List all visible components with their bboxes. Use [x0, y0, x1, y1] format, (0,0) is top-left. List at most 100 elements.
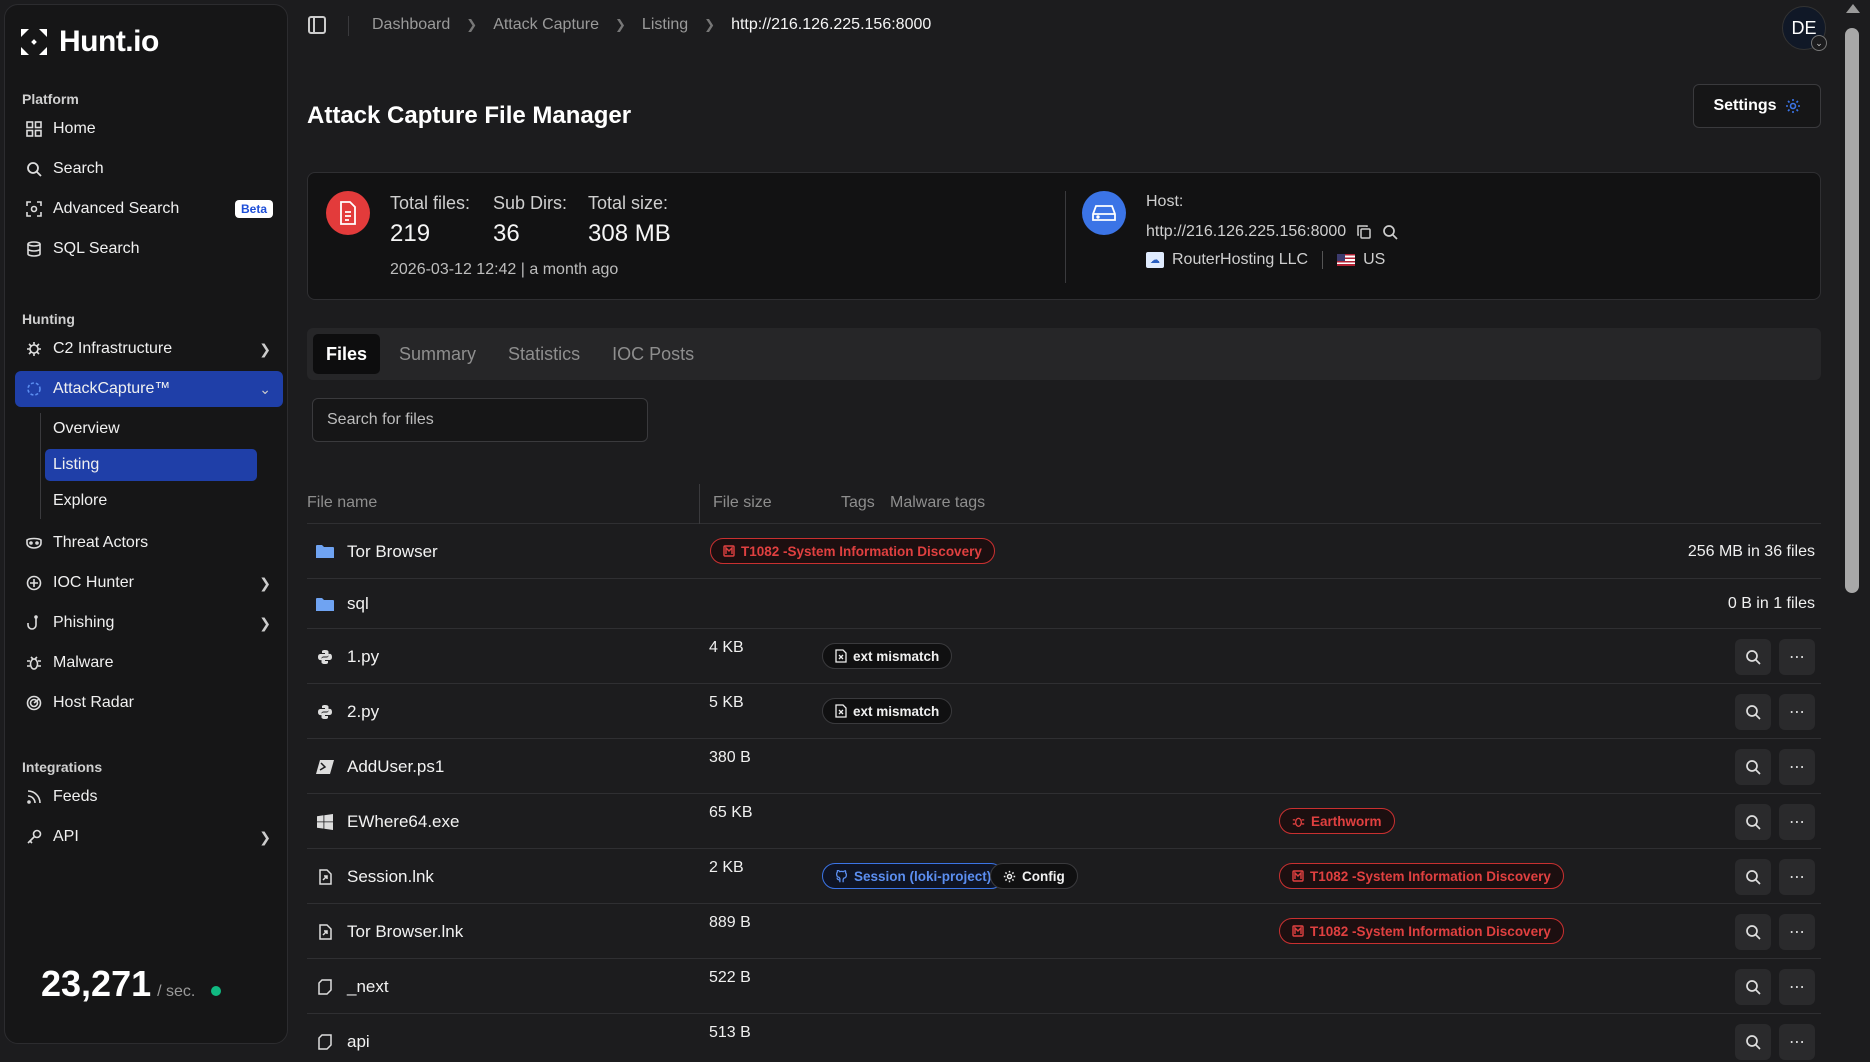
- table-row[interactable]: sql 0 B in 1 files: [307, 579, 1821, 629]
- table-row[interactable]: 2.py 5 KB ext mismatch ⋯: [307, 684, 1821, 739]
- ext-mismatch-tag[interactable]: ext mismatch: [822, 698, 953, 724]
- file-name[interactable]: 1.py: [347, 647, 379, 667]
- mitre-tag[interactable]: T1082 -System Information Discovery: [1279, 918, 1564, 944]
- sidebar-item-search[interactable]: Search: [15, 151, 283, 187]
- more-options-button[interactable]: ⋯: [1779, 694, 1815, 730]
- grid-icon: [25, 120, 43, 138]
- brand-logo[interactable]: Hunt.io: [17, 25, 159, 59]
- column-resize-handle[interactable]: [699, 484, 700, 524]
- mitre-tag[interactable]: T1082 -System Information Discovery: [710, 538, 995, 564]
- search-file-button[interactable]: [1735, 969, 1771, 1005]
- file-size: 4 KB: [709, 639, 744, 656]
- sidebar-item-label: Threat Actors: [53, 534, 149, 551]
- settings-button[interactable]: Settings: [1693, 84, 1821, 128]
- file-name-cell: api: [315, 1014, 370, 1062]
- tab-files[interactable]: Files: [313, 334, 381, 374]
- sidebar-item-label: IOC Hunter: [53, 574, 134, 591]
- table-row[interactable]: AddUser.ps1 380 B ⋯: [307, 739, 1821, 794]
- beta-badge: Beta: [234, 200, 273, 218]
- sidebar-item-feeds[interactable]: Feeds: [15, 779, 283, 815]
- file-name[interactable]: sql: [347, 594, 369, 614]
- config-tag[interactable]: Config: [990, 863, 1078, 889]
- mitre-tag[interactable]: T1082 -System Information Discovery: [1279, 863, 1564, 889]
- file-size: 513 B: [709, 1024, 751, 1041]
- breadcrumb-listing[interactable]: Listing: [642, 16, 688, 34]
- search-file-button[interactable]: [1735, 749, 1771, 785]
- avatar[interactable]: DE ⌄: [1782, 6, 1827, 51]
- search-file-button[interactable]: [1735, 914, 1771, 950]
- file-name[interactable]: Tor Browser.lnk: [347, 922, 463, 942]
- sidebar-toggle-icon[interactable]: [308, 16, 326, 34]
- sidebar-item-threat-actors[interactable]: Threat Actors: [15, 525, 283, 561]
- search-icon: [1746, 980, 1761, 995]
- sidebar-item-ioc-hunter[interactable]: IOC Hunter ❯: [15, 565, 283, 601]
- search-file-button[interactable]: [1735, 694, 1771, 730]
- more-options-button[interactable]: ⋯: [1779, 749, 1815, 785]
- table-row[interactable]: Session.lnk 2 KB Session (loki-project) …: [307, 849, 1821, 904]
- file-name-cell: Session.lnk: [315, 849, 434, 904]
- more-options-button[interactable]: ⋯: [1779, 859, 1815, 895]
- sidebar-item-host-radar[interactable]: Host Radar: [15, 685, 283, 721]
- sidebar-item-attackcapture[interactable]: AttackCapture™ ⌄: [15, 371, 283, 407]
- search-icon[interactable]: [1382, 224, 1398, 240]
- file-name[interactable]: Tor Browser: [347, 542, 438, 562]
- tab-ioc-posts[interactable]: IOC Posts: [599, 334, 707, 374]
- table-row[interactable]: 1.py 4 KB ext mismatch ⋯: [307, 629, 1821, 684]
- scrollbar-thumb[interactable]: [1845, 28, 1859, 593]
- sidebar-item-api[interactable]: API ❯: [15, 819, 283, 855]
- table-row[interactable]: EWhere64.exe 65 KB Earthworm ⋯: [307, 794, 1821, 849]
- avatar-initials: DE: [1791, 17, 1817, 38]
- host-url[interactable]: http://216.126.225.156:8000: [1146, 223, 1346, 241]
- sidebar-item-c2-infrastructure[interactable]: C2 Infrastructure ❯: [15, 331, 283, 367]
- table-row[interactable]: Tor Browser.lnk 889 B T1082 -System Info…: [307, 904, 1821, 959]
- sidebar-subitem-explore[interactable]: Explore: [45, 485, 257, 517]
- column-file-size[interactable]: File size: [713, 494, 772, 512]
- ext-mismatch-tag[interactable]: ext mismatch: [822, 643, 953, 669]
- tab-summary[interactable]: Summary: [386, 334, 489, 374]
- column-file-name[interactable]: File name: [307, 494, 377, 512]
- sidebar-subitem-listing[interactable]: Listing: [45, 449, 257, 481]
- more-options-button[interactable]: ⋯: [1779, 639, 1815, 675]
- tag-label: Earthworm: [1311, 813, 1382, 829]
- more-options-button[interactable]: ⋯: [1779, 969, 1815, 1005]
- scroll-up-arrow-icon[interactable]: [1846, 4, 1860, 13]
- tab-statistics[interactable]: Statistics: [495, 334, 593, 374]
- brand-name: Hunt.io: [59, 25, 159, 58]
- divider: [1065, 191, 1066, 283]
- table-row[interactable]: Tor Browser T1082 -System Information Di…: [307, 524, 1821, 579]
- sidebar-item-sql-search[interactable]: SQL Search: [15, 231, 283, 267]
- file-name[interactable]: _next: [347, 977, 389, 997]
- more-options-button[interactable]: ⋯: [1779, 914, 1815, 950]
- file-name[interactable]: api: [347, 1032, 370, 1052]
- sidebar-subitem-overview[interactable]: Overview: [45, 413, 257, 445]
- copy-icon[interactable]: [1356, 224, 1372, 240]
- file-name[interactable]: EWhere64.exe: [347, 812, 459, 832]
- host-provider[interactable]: RouterHosting LLC: [1172, 251, 1308, 269]
- breadcrumb-dashboard[interactable]: Dashboard: [372, 16, 450, 34]
- project-tag[interactable]: Session (loki-project): [822, 863, 1005, 889]
- breadcrumb-attack-capture[interactable]: Attack Capture: [493, 16, 599, 34]
- windows-icon: [315, 812, 335, 832]
- search-file-button[interactable]: [1735, 1024, 1771, 1060]
- sidebar-item-advanced-search[interactable]: Advanced Search Beta: [15, 191, 283, 227]
- github-icon: [835, 869, 848, 882]
- more-options-button[interactable]: ⋯: [1779, 1024, 1815, 1060]
- sidebar-item-home[interactable]: Home: [15, 111, 283, 147]
- file-name[interactable]: 2.py: [347, 702, 379, 722]
- tag-label: T1082 -System Information Discovery: [741, 543, 982, 559]
- sidebar-item-label: Host Radar: [53, 694, 134, 711]
- table-row[interactable]: _next 522 B ⋯: [307, 959, 1821, 1014]
- file-search-input[interactable]: [312, 398, 648, 442]
- file-name[interactable]: Session.lnk: [347, 867, 434, 887]
- search-file-button[interactable]: [1735, 804, 1771, 840]
- mitre-icon: [1292, 870, 1304, 882]
- sidebar-item-phishing[interactable]: Phishing ❯: [15, 605, 283, 641]
- scan-icon: [25, 200, 43, 218]
- sidebar-item-malware[interactable]: Malware: [15, 645, 283, 681]
- malware-tag[interactable]: Earthworm: [1279, 808, 1395, 834]
- search-file-button[interactable]: [1735, 859, 1771, 895]
- table-row[interactable]: api 513 B ⋯: [307, 1014, 1821, 1062]
- more-options-button[interactable]: ⋯: [1779, 804, 1815, 840]
- search-file-button[interactable]: [1735, 639, 1771, 675]
- file-name[interactable]: AddUser.ps1: [347, 757, 444, 777]
